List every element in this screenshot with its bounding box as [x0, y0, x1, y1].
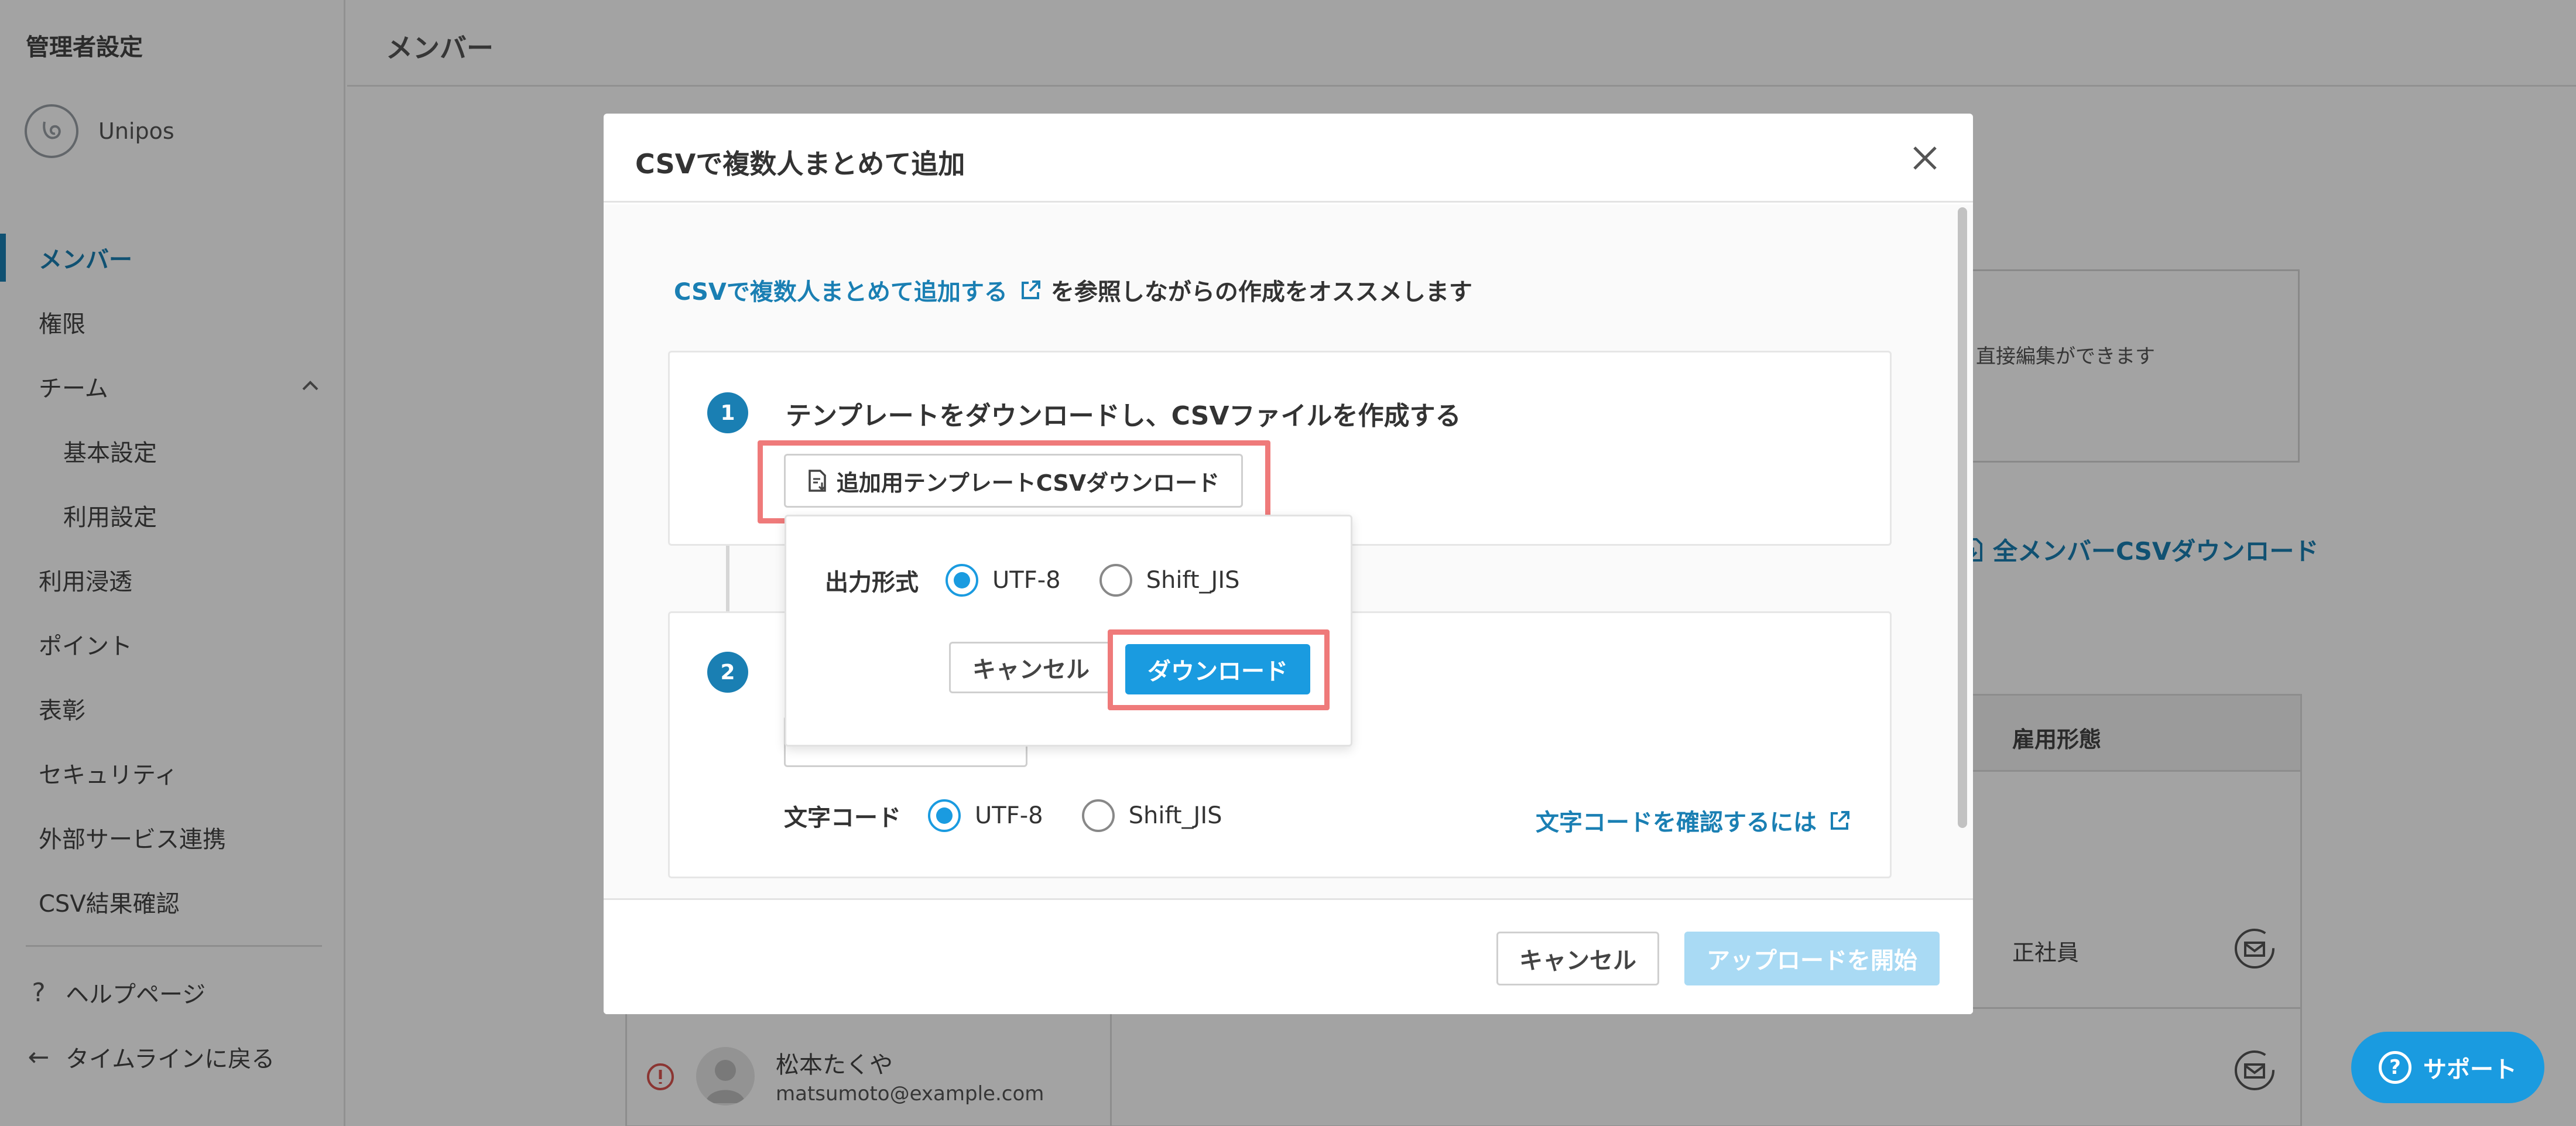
- step-connector: [726, 546, 729, 611]
- highlight-download-button: [1108, 629, 1330, 710]
- format-row: 出力形式 UTF-8 Shift_JIS: [825, 563, 1279, 597]
- external-link-icon: [1831, 811, 1849, 830]
- reference-line: CSVで複数人まとめて追加する を参照しながらの作成をオススメします: [674, 273, 1472, 307]
- popover-cancel-button[interactable]: キャンセル: [949, 642, 1113, 693]
- format-utf8-radio[interactable]: UTF-8: [946, 564, 1061, 597]
- encoding-label: 文字コード: [784, 805, 901, 831]
- highlight-template-button: [758, 440, 1270, 523]
- reference-text: を参照しながらの作成をオススメします: [1050, 279, 1472, 306]
- step-1-title: テンプレートをダウンロードし、CSVファイルを作成する: [786, 401, 1461, 431]
- encoding-utf8-radio[interactable]: UTF-8: [928, 799, 1043, 832]
- step-number: 2: [707, 652, 748, 693]
- encoding-sjis-radio[interactable]: Shift_JIS: [1081, 799, 1222, 832]
- start-upload-button[interactable]: アップロードを開始: [1684, 932, 1940, 985]
- radio-selected-icon: [946, 564, 978, 597]
- close-icon[interactable]: [1909, 142, 1941, 174]
- support-button[interactable]: ? サポート: [2351, 1032, 2544, 1103]
- format-sjis-radio[interactable]: Shift_JIS: [1099, 564, 1240, 597]
- encoding-row: 文字コード UTF-8 Shift_JIS: [784, 799, 1261, 833]
- help-circle-icon: ?: [2379, 1051, 2411, 1084]
- modal-header: CSVで複数人まとめて追加: [604, 114, 1973, 203]
- step-number: 1: [707, 392, 748, 433]
- radio-unselected-icon: [1099, 564, 1132, 597]
- radio-selected-icon: [928, 799, 961, 832]
- help-article-link[interactable]: CSVで複数人まとめて追加する: [674, 273, 1008, 307]
- modal-scrollbar[interactable]: [1958, 207, 1967, 828]
- modal-title: CSVで複数人まとめて追加: [635, 148, 965, 180]
- csv-bulk-add-modal: CSVで複数人まとめて追加 CSVで複数人まとめて追加する を参照しながらの作成…: [604, 114, 1973, 1014]
- external-link-icon: [1021, 280, 1040, 299]
- radio-unselected-icon: [1081, 799, 1115, 832]
- check-encoding-link[interactable]: 文字コードを確認するには: [1536, 803, 1852, 837]
- format-label: 出力形式: [825, 569, 919, 596]
- modal-cancel-button[interactable]: キャンセル: [1496, 932, 1659, 985]
